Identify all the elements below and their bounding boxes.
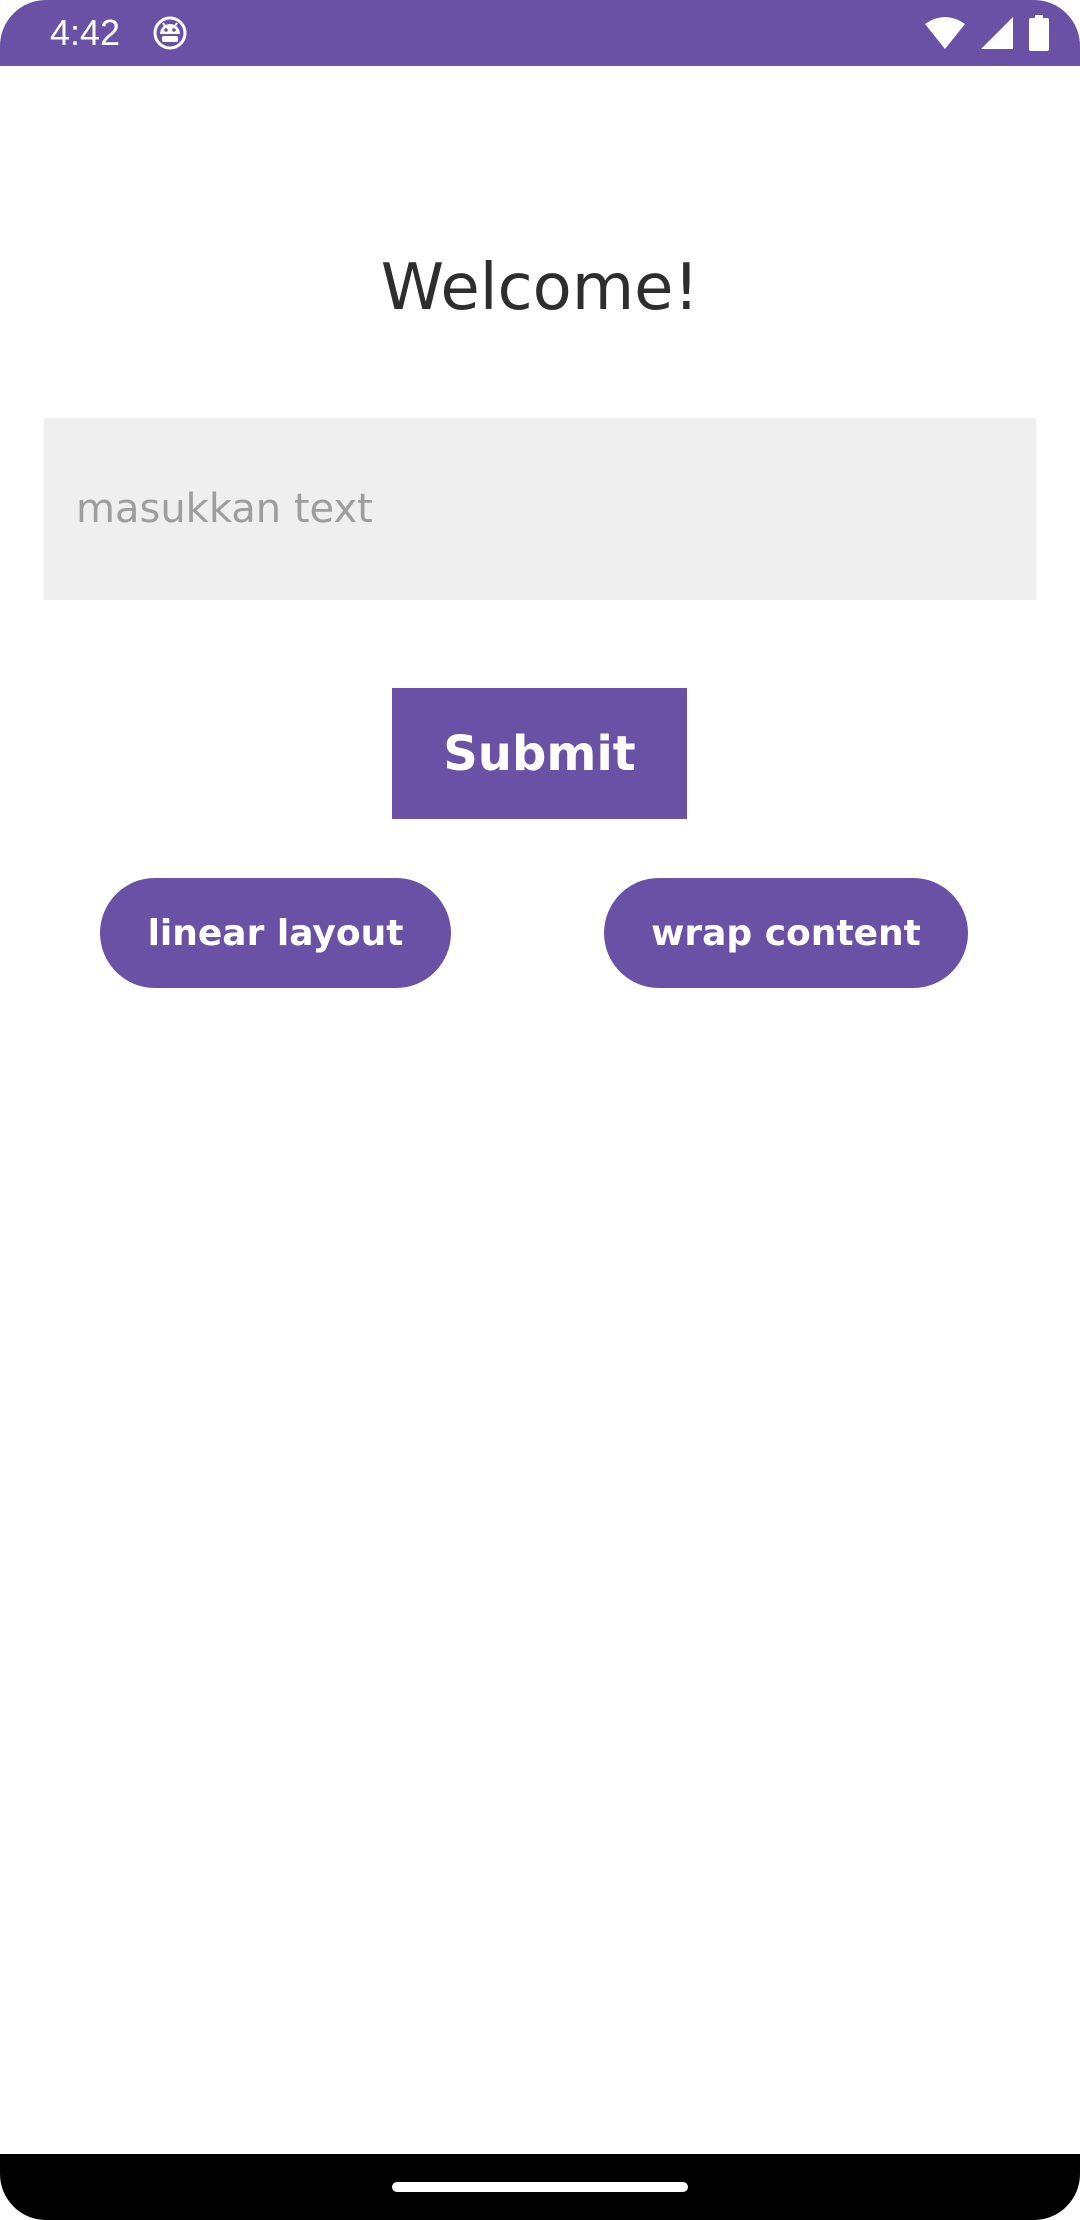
cell-signal-icon — [980, 16, 1014, 50]
android-debug-icon — [152, 15, 188, 51]
status-icons — [924, 14, 1050, 52]
app-screen: 4:42 Welcome! masukkan text Submit linea… — [0, 0, 1080, 2220]
status-bar: 4:42 — [0, 0, 1080, 66]
battery-icon — [1028, 15, 1050, 51]
linear-layout-button[interactable]: linear layout — [100, 878, 451, 988]
wrap-content-button[interactable]: wrap content — [604, 878, 968, 988]
navigation-bar — [0, 2154, 1080, 2220]
page-title: Welcome! — [380, 251, 700, 325]
wifi-icon — [924, 16, 966, 50]
text-input[interactable] — [44, 418, 1036, 600]
status-time: 4:42 — [50, 12, 121, 53]
submit-button[interactable]: Submit — [392, 688, 687, 819]
home-indicator[interactable] — [392, 2182, 688, 2192]
